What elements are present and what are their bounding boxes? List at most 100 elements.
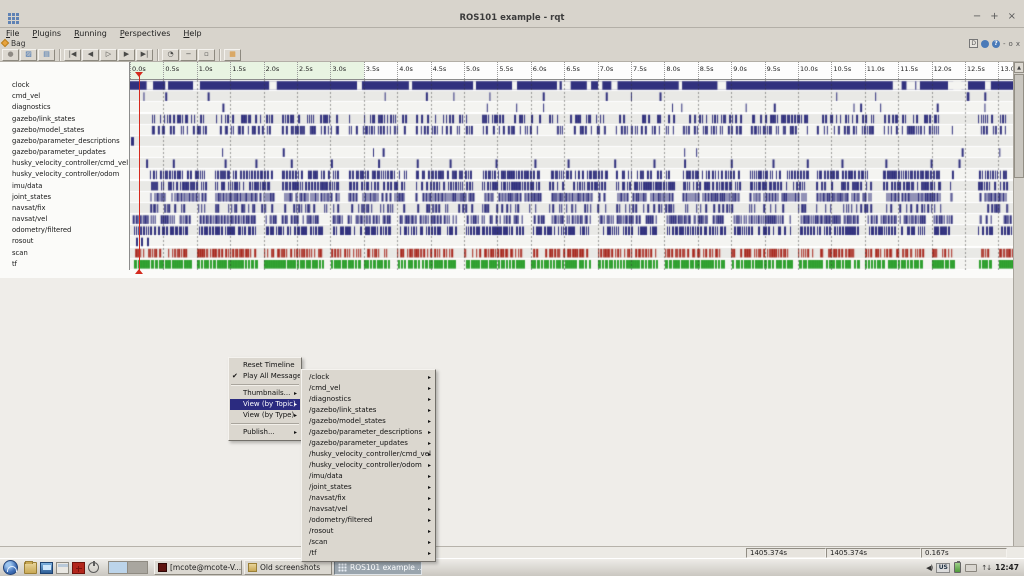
submenu-item-imu-data[interactable]: /imu/data▸ [303,471,434,482]
topic-label-navsat-vel: navsat/vel [0,214,129,225]
menu-item-plugins[interactable]: Plugins [32,28,61,39]
tick-mark [130,62,131,79]
menu-item-label: View (by Topic) [243,400,296,408]
record-button[interactable]: ● [2,49,19,61]
submenu-item-clock[interactable]: /clock▸ [303,372,434,383]
tick-label: 7.0s [600,65,614,73]
timeline-canvas[interactable] [130,80,1013,270]
submenu-item-scan[interactable]: /scan▸ [303,537,434,548]
submenu-item-joint-states[interactable]: /joint_states▸ [303,482,434,493]
menu-item-label: Play All Messages [243,372,300,380]
tick-label: 4.5s [433,65,447,73]
tick-mark [264,62,265,79]
window-maximize-button[interactable]: + [990,10,998,24]
start-menu-icon[interactable] [3,560,18,575]
context-menu-item-reset-timeline[interactable]: Reset Timeline [230,360,300,371]
play-button[interactable]: ▷ [100,49,117,61]
tick-label: 7.5s [633,65,647,73]
tick-mark [197,62,198,79]
topic-label-navsat-fix: navsat/fix [0,203,129,214]
screenshot-tool-icon[interactable] [72,562,85,574]
menu-item-help[interactable]: Help [183,28,201,39]
task-button-mcote-mcote-v[interactable]: [mcote@mcote-V... [154,560,242,575]
step-back-button[interactable]: ◀ [82,49,99,61]
submenu-item-gazebo-parameter-updates[interactable]: /gazebo/parameter_updates▸ [303,438,434,449]
file-manager-icon[interactable] [24,562,37,574]
desktop-pager[interactable] [108,561,148,574]
thumbnails-toggle-button[interactable]: ▦ [224,49,241,61]
tick-label: 3.0s [332,65,346,73]
window-minimize-button[interactable]: − [973,10,981,24]
save-bag-button[interactable]: ▤ [38,49,55,61]
submenu-item-gazebo-parameter-descriptions[interactable]: /gazebo/parameter_descriptions▸ [303,427,434,438]
submenu-item-gazebo-link-states[interactable]: /gazebo/link_states▸ [303,405,434,416]
menu-item-running[interactable]: Running [74,28,107,39]
menu-item-file[interactable]: File [6,28,19,39]
context-menu-item-play-all-messages[interactable]: ✔ Play All Messages [230,371,300,382]
zoom-all-button[interactable]: ▫ [198,49,215,61]
context-menu-item-thumbnails[interactable]: Thumbnails...▸ [230,388,300,399]
dock-title-bar: Bag D ? - o x [0,39,1024,48]
zoom-in-button[interactable]: ◔ [162,49,179,61]
skip-to-start-button[interactable]: |◀ [64,49,81,61]
submenu-item-husky-velocity-controller-cmd-vel[interactable]: /husky_velocity_controller/cmd_vel▸ [303,449,434,460]
pager-desktop-2[interactable] [128,562,147,573]
desktop-launcher-icon[interactable] [40,562,53,574]
zoom-out-button[interactable]: − [180,49,197,61]
scroll-up-icon[interactable]: ▲ [1014,62,1024,73]
settings-icon[interactable] [981,40,989,48]
tick-label: 3.5s [366,65,380,73]
playhead-marker[interactable] [139,74,140,272]
menu-item-label: /gazebo/link_states [309,406,376,414]
submenu-item-odometry-filtered[interactable]: /odometry/filtered▸ [303,515,434,526]
context-menu-item-view-by-topic[interactable]: View (by Topic)▸ [230,399,300,410]
topic-label-husky-velocity-controller-odom: husky_velocity_controller/odom [0,169,129,180]
vertical-scrollbar[interactable]: ▲ ▼ [1013,62,1024,557]
pager-desktop-1[interactable] [109,562,128,573]
tick-label: 9.0s [733,65,747,73]
submenu-arrow-icon: ▸ [428,526,431,537]
task-button-old-screenshots[interactable]: Old screenshots [244,560,332,575]
rqt-grid-icon [338,563,347,572]
volume-icon[interactable]: ◀) [926,564,932,572]
show-desktop-icon[interactable] [56,562,69,574]
submenu-item-gazebo-model-states[interactable]: /gazebo/model_states▸ [303,416,434,427]
status-field-1: 1405.374s [826,548,921,558]
submenu-item-navsat-fix[interactable]: /navsat/fix▸ [303,493,434,504]
task-button-ros101-example[interactable]: ROS101 example ... [334,560,422,575]
help-icon[interactable]: ? [992,40,1000,48]
menu-item-label: /cmd_vel [309,384,340,392]
submenu-arrow-icon: ▸ [428,493,431,504]
step-forward-button[interactable]: ▶ [118,49,135,61]
dock-float-button[interactable]: o [1009,40,1013,48]
dock-indicator-icon: D [969,39,978,48]
submenu-item-tf[interactable]: /tf▸ [303,548,434,559]
keyboard-layout-indicator[interactable]: US [936,563,950,573]
dock-close-button[interactable]: x [1016,40,1020,48]
open-bag-button[interactable]: ▨ [20,49,37,61]
window-close-button[interactable]: × [1008,10,1016,24]
submenu-item-cmd-vel[interactable]: /cmd_vel▸ [303,383,434,394]
scrollbar-thumb[interactable] [1014,74,1024,178]
submenu-item-navsat-vel[interactable]: /navsat/vel▸ [303,504,434,515]
network-traffic-icon[interactable]: ↑↓ [981,564,991,572]
submenu-arrow-icon: ▸ [428,427,431,438]
tick-label: 11.0s [867,65,885,73]
submenu-arrow-icon: ▸ [428,394,431,405]
context-menu-item-view-by-type[interactable]: View (by Type)▸ [230,410,300,421]
clock[interactable]: 12:47 [995,563,1019,572]
menu-item-label: /clock [309,373,329,381]
submenu-item-husky-velocity-controller-odom[interactable]: /husky_velocity_controller/odom▸ [303,460,434,471]
battery-icon[interactable] [954,562,961,573]
dock-minimize-button[interactable]: - [1003,40,1006,48]
power-icon[interactable] [88,562,99,573]
submenu-item-diagnostics[interactable]: /diagnostics▸ [303,394,434,405]
skip-to-end-button[interactable]: ▶| [136,49,153,61]
menu-item-perspectives[interactable]: Perspectives [120,28,171,39]
printer-icon[interactable] [965,564,977,572]
context-menu-item-publish[interactable]: Publish...▸ [230,427,300,438]
title-bar: ROS101 example - rqt − + × [0,0,1024,28]
check-icon: ✔ [232,371,238,382]
play-icon: ▷ [106,51,111,58]
submenu-item-rosout[interactable]: /rosout▸ [303,526,434,537]
